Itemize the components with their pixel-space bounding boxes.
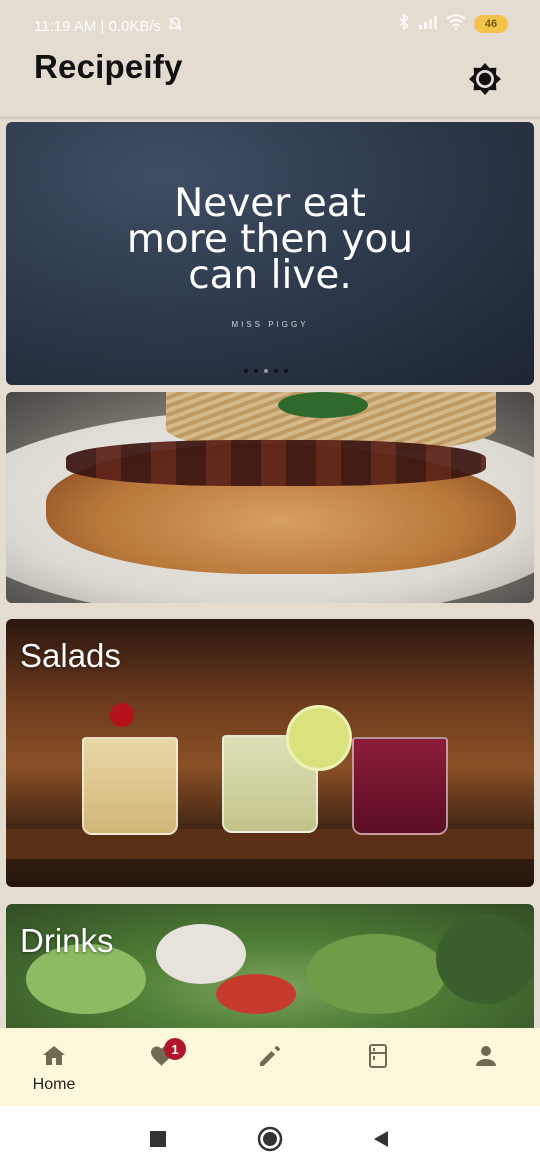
battery-indicator: 46 bbox=[474, 15, 508, 33]
nav-label: Home bbox=[32, 1076, 76, 1093]
app-bar-divider bbox=[0, 116, 540, 119]
bluetooth-icon bbox=[398, 13, 410, 34]
category-card-salads[interactable]: Salads bbox=[6, 619, 534, 887]
nav-profile[interactable] bbox=[446, 1028, 526, 1106]
square-icon bbox=[150, 1131, 166, 1147]
carousel-dot[interactable] bbox=[284, 369, 288, 373]
carousel-indicator bbox=[244, 369, 288, 373]
nav-home[interactable]: Home bbox=[14, 1028, 94, 1106]
cherry-image bbox=[110, 703, 134, 727]
shelf-image bbox=[6, 829, 534, 859]
carousel-dot[interactable] bbox=[254, 369, 258, 373]
category-card-drinks[interactable]: Drinks bbox=[6, 904, 534, 1044]
theme-toggle-button[interactable] bbox=[468, 62, 502, 96]
wifi-icon bbox=[446, 14, 466, 34]
quote-carousel[interactable]: Never eat more then you can live. MISS P… bbox=[6, 122, 534, 385]
recents-button[interactable] bbox=[145, 1126, 171, 1152]
status-right: 46 bbox=[398, 13, 508, 34]
back-button[interactable] bbox=[368, 1126, 394, 1152]
fridge-icon bbox=[369, 1044, 387, 1068]
drink-glass-image bbox=[82, 737, 178, 835]
category-label: Drinks bbox=[20, 922, 114, 959]
app-bar: Recipeify bbox=[0, 44, 540, 116]
favorites-badge: 1 bbox=[164, 1038, 186, 1060]
drink-glass-image bbox=[352, 737, 448, 835]
sauce-image bbox=[66, 440, 486, 486]
lime-image bbox=[286, 705, 352, 771]
nav-edit[interactable] bbox=[230, 1028, 310, 1106]
quote-line: can live. bbox=[188, 253, 352, 298]
quote-text: Never eat more then you can live. bbox=[6, 184, 534, 298]
quote-author: MISS PIGGY bbox=[231, 320, 309, 329]
signal-icon bbox=[418, 15, 438, 33]
salad-leaf-image bbox=[436, 914, 534, 1004]
salad-tomato-image bbox=[216, 974, 296, 1014]
status-left: 11:19 AM | 0.0KB/s bbox=[34, 16, 183, 36]
salad-leaf-image bbox=[306, 934, 446, 1014]
salad-onion-image bbox=[156, 924, 246, 984]
back-triangle-icon bbox=[374, 1131, 388, 1147]
circle-icon bbox=[257, 1126, 283, 1152]
bottom-navigation: Home 1 bbox=[0, 1028, 540, 1106]
home-icon bbox=[43, 1046, 65, 1065]
category-card-main[interactable] bbox=[6, 392, 534, 603]
brightness-icon bbox=[469, 63, 501, 95]
person-icon bbox=[476, 1046, 496, 1066]
carousel-dot[interactable] bbox=[274, 369, 278, 373]
pencil-icon bbox=[260, 1046, 280, 1066]
status-time: 11:19 AM | 0.0KB/s bbox=[34, 17, 162, 35]
app-title: Recipeify bbox=[34, 48, 183, 85]
status-bar: 11:19 AM | 0.0KB/s 46 bbox=[0, 0, 540, 50]
home-button[interactable] bbox=[257, 1126, 283, 1152]
basil-image bbox=[278, 392, 368, 418]
system-navigation-bar bbox=[0, 1106, 540, 1170]
carousel-dot-active[interactable] bbox=[264, 369, 268, 373]
carousel-dot[interactable] bbox=[244, 369, 248, 373]
nav-fridge[interactable] bbox=[338, 1028, 418, 1106]
mute-icon bbox=[167, 16, 183, 36]
category-label: Salads bbox=[20, 637, 121, 674]
nav-favorites[interactable]: 1 bbox=[122, 1028, 202, 1106]
